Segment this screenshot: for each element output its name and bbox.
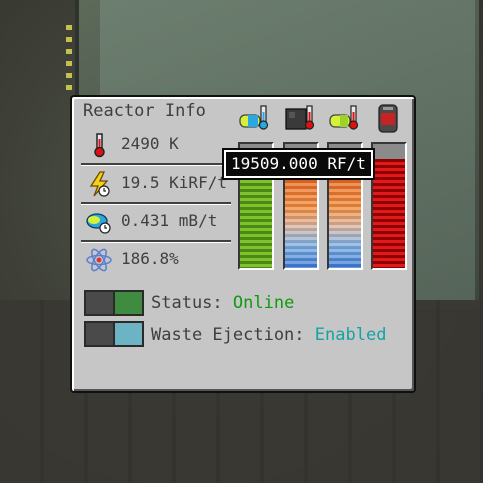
fuel-rate-value: 0.431 mB/t: [121, 211, 218, 230]
energy-stored-gauge[interactable]: [371, 142, 407, 270]
fuel-rate-icon: [86, 213, 111, 234]
panel-title: Reactor Info: [83, 101, 206, 121]
fuel-rate-row: 0.431 mB/t: [81, 205, 229, 238]
status-toggle[interactable]: [84, 290, 144, 316]
waste-toggle-off: [86, 323, 115, 345]
status-toggle-on: [115, 292, 142, 314]
lightning-icon: [89, 171, 110, 197]
reactivity-value: 186.8%: [121, 249, 179, 268]
waste-ejection-value: Enabled: [314, 325, 387, 345]
waste-ejection-toggle[interactable]: [84, 321, 144, 347]
energy-cell-icon: [378, 104, 398, 133]
status-toggle-off: [86, 292, 115, 314]
temperature-row: 2490 K: [81, 128, 229, 161]
fuel-temp-icon: [329, 105, 359, 130]
fuel-heat-icon: [239, 105, 269, 130]
status-label: Status:: [151, 293, 223, 313]
waste-ejection-line: Waste Ejection: Enabled: [151, 325, 386, 345]
status-value: Online: [232, 293, 295, 313]
waste-toggle-on: [115, 323, 142, 345]
gauge-fill: [373, 158, 405, 268]
status-line: Status: Online: [151, 293, 294, 313]
energy-value: 19.5 KiRF/t: [121, 173, 227, 192]
temperature-value: 2490 K: [121, 134, 179, 153]
atom-icon: [86, 248, 112, 272]
waste-ejection-label: Waste Ejection:: [151, 325, 305, 345]
separator: [81, 163, 231, 166]
thermometer-icon: [94, 133, 105, 158]
tooltip: 19509.000 RF/t: [222, 148, 375, 180]
reactivity-row: 186.8%: [81, 243, 229, 276]
energy-row: 19.5 KiRF/t: [81, 167, 229, 200]
casing-heat-icon: [285, 105, 315, 130]
world-lights: [66, 25, 72, 95]
